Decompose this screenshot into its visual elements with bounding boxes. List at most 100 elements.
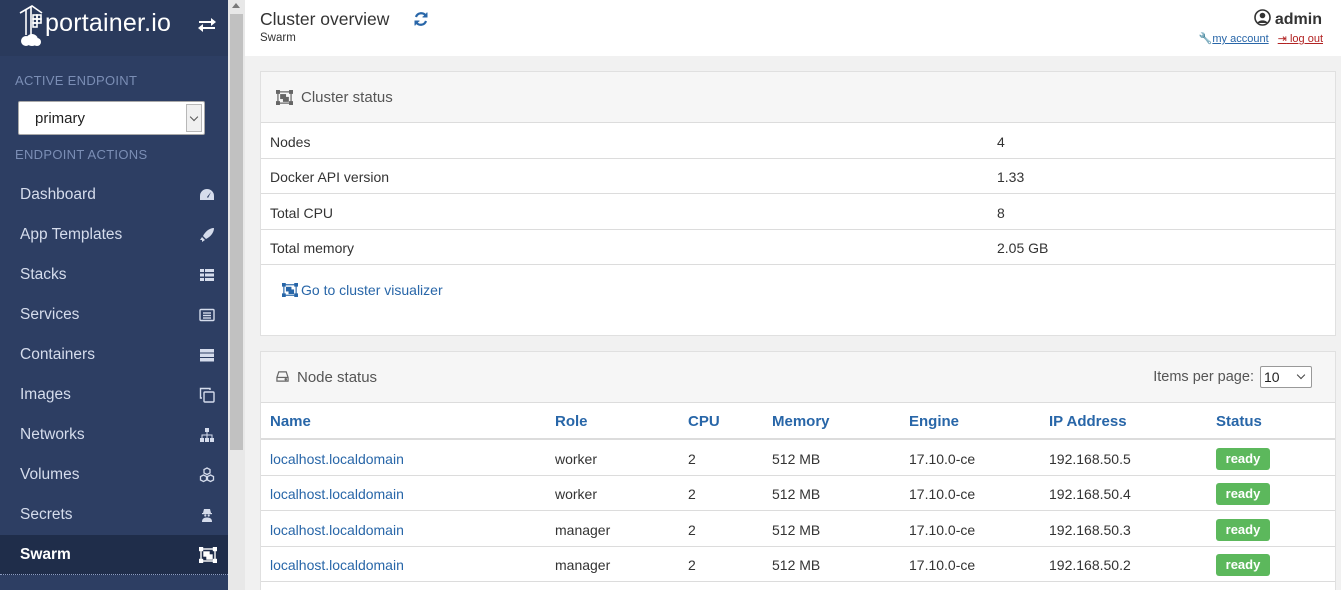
- sidebar-item-label: Dashboard: [20, 186, 96, 203]
- server-icon: [199, 347, 215, 363]
- endpoint-actions-title: ENDPOINT ACTIONS: [15, 147, 148, 162]
- node-role: worker: [555, 486, 598, 502]
- scrollbar-thumb[interactable]: [230, 14, 243, 450]
- user-circle-icon: [1254, 9, 1271, 31]
- sidebar-item-label: Volumes: [20, 466, 80, 483]
- kv-value: 4: [997, 134, 1005, 150]
- node-cpu: 2: [688, 522, 696, 538]
- items-per-page-select[interactable]: 10: [1260, 366, 1312, 388]
- sidebar-item-containers[interactable]: Containers: [0, 335, 228, 375]
- cubes-icon: [199, 467, 215, 483]
- my-account-link[interactable]: my account: [1212, 33, 1268, 45]
- items-per-page: Items per page: 10: [1153, 366, 1312, 388]
- sidebar-item-networks[interactable]: Networks: [0, 415, 228, 455]
- toggle-sidebar-icon[interactable]: [197, 16, 217, 37]
- node-name-link[interactable]: localhost.localdomain: [270, 451, 404, 467]
- column-header-memory[interactable]: Memory: [772, 413, 830, 430]
- sidebar-item-secrets[interactable]: Secrets: [0, 495, 228, 535]
- scroll-up-arrow-icon[interactable]: [232, 3, 240, 8]
- sidebar-item-label: Secrets: [20, 506, 73, 523]
- brand-name[interactable]: portainer.io: [45, 9, 171, 38]
- sidebar-item-app-templates[interactable]: App Templates: [0, 215, 228, 255]
- rocket-icon: [199, 227, 215, 243]
- node-engine: 17.10.0-ce: [909, 557, 976, 573]
- cluster-status-title: Cluster status: [301, 89, 393, 106]
- log-out-label: log out: [1289, 33, 1323, 45]
- clone-icon: [199, 387, 215, 403]
- sign-out-icon: ⇥: [1277, 33, 1287, 45]
- status-badge: ready: [1216, 448, 1270, 470]
- node-ip: 192.168.50.4: [1049, 486, 1131, 502]
- sidebar-item-volumes[interactable]: Volumes: [0, 455, 228, 495]
- kv-row: Total CPU 8: [261, 195, 1335, 230]
- main-content: Cluster status Nodes 4 Docker API versio…: [245, 56, 1341, 590]
- status-badge: ready: [1216, 483, 1270, 505]
- kv-value: 1.33: [997, 169, 1025, 185]
- breadcrumb: Swarm: [260, 32, 296, 44]
- cluster-visualizer-link[interactable]: Go to cluster visualizer: [281, 282, 443, 300]
- user-links: 🔧my account ⇥ log out: [1199, 32, 1323, 45]
- node-ip: 192.168.50.3: [1049, 522, 1131, 538]
- node-ip: 192.168.50.2: [1049, 557, 1131, 573]
- page-header: Cluster overview Swarm admin 🔧my account…: [245, 0, 1341, 56]
- brand-bar: portainer.io: [0, 0, 228, 56]
- node-name-link[interactable]: localhost.localdomain: [270, 486, 404, 502]
- cluster-visualizer-label: Go to cluster visualizer: [301, 282, 443, 298]
- tachometer-icon: [199, 187, 215, 203]
- kv-key: Nodes: [270, 134, 311, 150]
- node-memory: 512 MB: [772, 557, 821, 573]
- node-memory: 512 MB: [772, 486, 821, 502]
- sidebar-item-label: Stacks: [20, 266, 67, 283]
- endpoint-select[interactable]: primary: [18, 101, 205, 135]
- node-engine: 17.10.0-ce: [909, 451, 976, 467]
- chevron-down-icon: [186, 104, 202, 132]
- column-header-cpu[interactable]: CPU: [688, 413, 720, 430]
- node-engine: 17.10.0-ce: [909, 522, 976, 538]
- object-group-icon: [198, 546, 218, 564]
- portainer-logo-icon[interactable]: [18, 5, 44, 50]
- kv-row: Nodes 4: [261, 124, 1335, 159]
- wrench-icon: 🔧: [1198, 33, 1213, 45]
- node-status-header: Node status Items per page: 10: [261, 352, 1335, 403]
- node-cpu: 2: [688, 557, 696, 573]
- node-status-widget: Node status Items per page: 10 Name Role…: [260, 351, 1336, 590]
- endpoint-selected-value: primary: [35, 110, 86, 127]
- column-header-role[interactable]: Role: [555, 413, 588, 430]
- column-header-engine[interactable]: Engine: [909, 413, 959, 430]
- node-role: manager: [555, 522, 611, 538]
- sidebar-item-images[interactable]: Images: [0, 375, 228, 415]
- node-name-link[interactable]: localhost.localdomain: [270, 522, 404, 538]
- sidebar-item-services[interactable]: Services: [0, 295, 228, 335]
- sidebar-item-label: App Templates: [20, 226, 123, 243]
- kv-key: Total memory: [270, 240, 355, 256]
- sitemap-icon: [199, 427, 215, 443]
- user-secret-icon: [199, 507, 215, 523]
- column-header-status[interactable]: Status: [1216, 413, 1262, 430]
- column-header-name[interactable]: Name: [270, 413, 311, 430]
- sidebar-item-dashboard[interactable]: Dashboard: [0, 175, 228, 215]
- sidebar-scrollbar[interactable]: [228, 0, 245, 590]
- node-status-title: Node status: [297, 369, 378, 386]
- list-alt-icon: [199, 307, 215, 323]
- th-list-icon: [199, 267, 215, 283]
- items-per-page-label: Items per page:: [1153, 368, 1254, 385]
- sidebar-item-label: Services: [20, 306, 80, 323]
- kv-key: Docker API version: [270, 169, 390, 185]
- kv-key: Total CPU: [270, 205, 334, 221]
- table-row: localhost.localdomain worker 2 512 MB 17…: [261, 441, 1335, 476]
- node-ip: 192.168.50.5: [1049, 451, 1131, 467]
- object-group-icon: [275, 89, 294, 108]
- sidebar-item-stacks[interactable]: Stacks: [0, 255, 228, 295]
- column-header-ip-address[interactable]: IP Address: [1049, 413, 1127, 430]
- sidebar-item-label: Swarm: [20, 546, 71, 563]
- sidebar: portainer.io ACTIVE ENDPOINT primary END…: [0, 0, 228, 590]
- table-header: Name Role CPU Memory Engine IP Address S…: [261, 403, 1335, 440]
- sidebar-item-swarm[interactable]: Swarm: [0, 535, 228, 575]
- sidebar-item-label: Containers: [20, 346, 95, 363]
- refresh-icon[interactable]: [413, 11, 429, 30]
- node-name-link[interactable]: localhost.localdomain: [270, 557, 404, 573]
- log-out-link[interactable]: ⇥ log out: [1278, 33, 1323, 45]
- kv-value: 8: [997, 205, 1005, 221]
- node-role: manager: [555, 557, 611, 573]
- node-cpu: 2: [688, 451, 696, 467]
